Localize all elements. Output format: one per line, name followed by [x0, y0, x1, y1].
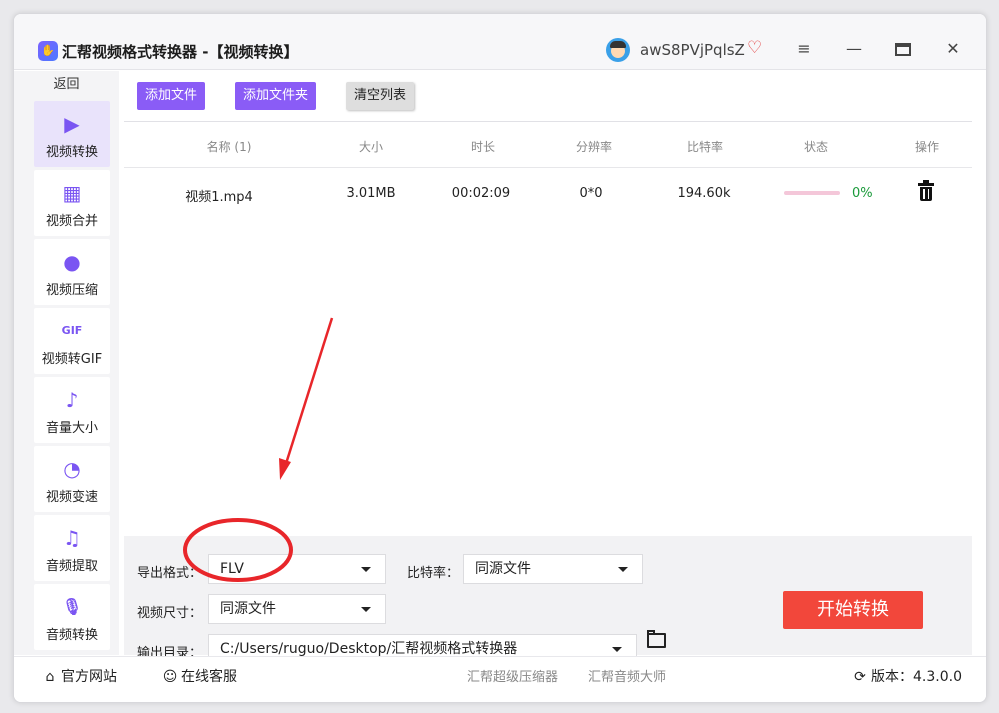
- footer: ⌂ 官方网站 ☺ 在线客服 汇帮超级压缩器 汇帮音频大师 ⟳ 版本：4.3.0.0: [14, 656, 986, 702]
- add-folder-button[interactable]: 添加文件夹: [235, 82, 317, 110]
- sidebar-item-audio-extract[interactable]: ♫ 音频提取: [34, 515, 110, 581]
- sidebar-item-video-speed[interactable]: ◔ 视频变速: [34, 446, 110, 512]
- column-duration: 时长: [470, 140, 495, 154]
- sidebar-item-audio-convert[interactable]: 🎙 音频转换: [34, 584, 110, 650]
- username[interactable]: awS8PVjPqlsZ: [640, 41, 745, 59]
- add-file-button[interactable]: 添加文件: [137, 82, 206, 110]
- compressor-link[interactable]: 汇帮超级压缩器: [467, 666, 558, 685]
- gif-icon: GIF: [61, 324, 83, 337]
- sidebar-item-video-convert[interactable]: ▶ 视频转换: [34, 101, 110, 167]
- file-duration: 00:02:09: [451, 186, 511, 201]
- sidebar-item-video-merge[interactable]: ▦ 视频合并: [34, 170, 110, 236]
- chevron-down-icon: [612, 647, 622, 652]
- chevron-down-icon: [618, 567, 628, 572]
- clapperboard-icon: ▦: [62, 181, 82, 205]
- home-icon: ⌂: [45, 669, 55, 685]
- chevron-down-icon: [361, 567, 371, 572]
- sidebar-item-video-to-gif[interactable]: GIF 视频转GIF: [34, 308, 110, 374]
- audio-master-link[interactable]: 汇帮音频大师: [588, 666, 666, 685]
- column-status: 状态: [803, 140, 828, 154]
- start-convert-button[interactable]: 开始转换: [783, 591, 923, 629]
- output-settings-panel: 导出格式： FLV 比特率： 同源文件 视频尺寸： 同源文件 输出目录： C:/…: [124, 536, 972, 664]
- sidebar-item-video-compress[interactable]: ● 视频压缩: [34, 239, 110, 305]
- file-table: 名称 (1) 大小 时长 分辨率 比特率 状态 操作 视频1.mp4 3.01M…: [124, 121, 972, 535]
- video-size-label: 视频尺寸：: [137, 606, 203, 621]
- app-window: ✋ 汇帮视频格式转换器 -【视频转换】 awS8PVjPqlsZ ♡ ≡ — ✕…: [13, 13, 987, 703]
- video-size-select[interactable]: 同源文件: [208, 594, 386, 624]
- menu-icon[interactable]: ≡: [793, 38, 815, 60]
- format-label: 导出格式：: [137, 566, 203, 581]
- refresh-icon: ⟳: [854, 669, 866, 685]
- delete-trash-icon[interactable]: [918, 180, 934, 203]
- microphone-icon: 🎙: [61, 597, 83, 616]
- speedometer-icon: ◔: [63, 457, 81, 481]
- minimize-button[interactable]: —: [843, 38, 865, 60]
- column-size: 大小: [358, 140, 383, 154]
- official-site-link[interactable]: ⌂ 官方网站: [42, 666, 117, 686]
- clear-list-button[interactable]: 清空列表: [346, 82, 415, 110]
- open-folder-icon[interactable]: [647, 630, 666, 648]
- camera-icon: ●: [63, 250, 81, 274]
- back-link[interactable]: 返回: [14, 71, 119, 98]
- online-service-link[interactable]: ☺ 在线客服: [162, 666, 237, 686]
- column-name: 名称 (1): [206, 140, 252, 154]
- app-title: 汇帮视频格式转换器 -【视频转换】: [62, 43, 299, 61]
- file-bitrate: 194.60k: [677, 186, 731, 201]
- title-bar: ✋ 汇帮视频格式转换器 -【视频转换】 awS8PVjPqlsZ ♡ ≡ — ✕: [14, 14, 986, 70]
- format-select[interactable]: FLV: [208, 554, 386, 584]
- file-resolution: 0*0: [579, 186, 603, 201]
- music-notes-icon: ♫: [63, 526, 81, 550]
- chevron-down-icon: [361, 607, 371, 612]
- file-size: 3.01MB: [346, 186, 396, 201]
- vip-heart-icon[interactable]: ♡: [747, 39, 765, 57]
- user-avatar[interactable]: [606, 38, 630, 62]
- file-name: 视频1.mp4: [185, 190, 253, 205]
- sidebar: 返回 ▶ 视频转换 ▦ 视频合并 ● 视频压缩 GIF 视频转GIF ♪ 音量大…: [14, 71, 119, 655]
- video-convert-icon: ▶: [64, 112, 80, 136]
- table-header: 名称 (1) 大小 时长 分辨率 比特率 状态 操作: [124, 122, 972, 168]
- sidebar-item-volume[interactable]: ♪ 音量大小: [34, 377, 110, 443]
- bitrate-label: 比特率：: [407, 566, 460, 581]
- version-info[interactable]: ⟳ 版本：4.3.0.0: [852, 666, 962, 686]
- app-logo-icon: ✋: [38, 41, 58, 61]
- column-actions: 操作: [914, 140, 939, 154]
- maximize-button[interactable]: [892, 38, 914, 60]
- column-bitrate: 比特率: [686, 140, 723, 154]
- progress-percent: 0%: [852, 186, 873, 201]
- close-button[interactable]: ✕: [942, 38, 964, 60]
- music-note-icon: ♪: [65, 388, 79, 412]
- support-agent-icon: ☺: [162, 669, 178, 685]
- progress-bar: [784, 191, 840, 195]
- column-resolution: 分辨率: [575, 140, 612, 154]
- bitrate-select[interactable]: 同源文件: [463, 554, 643, 584]
